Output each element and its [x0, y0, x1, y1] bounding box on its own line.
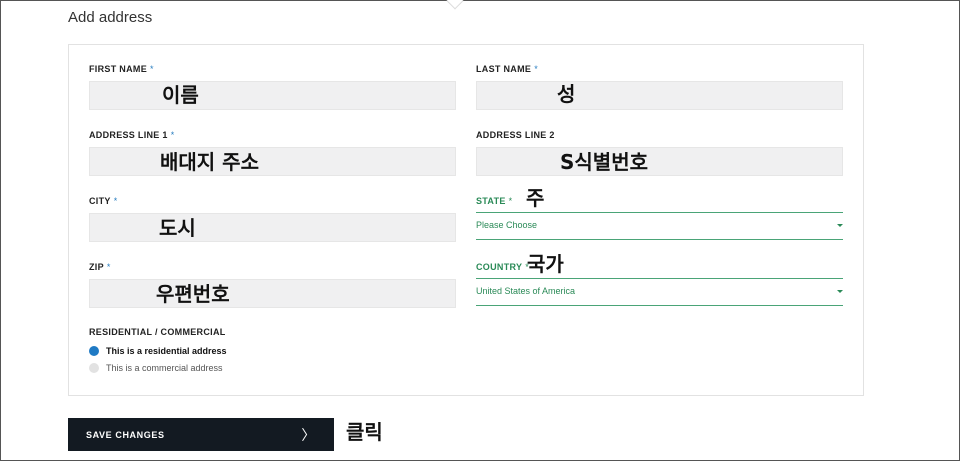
- address-line-1-label: ADDRESS LINE 1 *: [89, 130, 175, 140]
- chevron-right-icon: 〉: [301, 427, 316, 444]
- address-form: FIRST NAME * 이름 LAST NAME * 성 ADDRESS LINE…: [68, 44, 864, 396]
- popover-notch: [446, 0, 464, 10]
- chevron-down-icon: [837, 224, 843, 227]
- city-annotation: 도시: [159, 216, 196, 240]
- radio-commercial-label: This is a commercial address: [106, 363, 223, 373]
- first-name-input[interactable]: [89, 81, 456, 110]
- page-title: Add address: [68, 9, 153, 26]
- zip-annotation: 우편번호: [156, 282, 230, 306]
- state-annotation: 주: [526, 186, 545, 210]
- chevron-down-icon: [837, 290, 843, 293]
- address-line-1-field: ADDRESS LINE 1 * 배대지 주소: [89, 130, 456, 176]
- address-line-1-annotation: 배대지 주소: [160, 150, 259, 174]
- save-annotation: 클릭: [346, 420, 383, 444]
- radio-unchecked-icon[interactable]: [89, 363, 99, 373]
- residential-commercial-label: RESIDENTIAL / COMMERCIAL: [89, 327, 226, 337]
- first-name-field: FIRST NAME * 이름: [89, 64, 456, 110]
- zip-input[interactable]: [89, 279, 456, 308]
- address-line-2-label: ADDRESS LINE 2: [476, 130, 555, 140]
- address-line-2-annotation: S식별번호: [560, 150, 649, 174]
- radio-checked-icon[interactable]: [89, 346, 99, 356]
- radio-residential-label: This is a residential address: [106, 346, 227, 356]
- save-changes-button[interactable]: SAVE CHANGES 〉: [68, 418, 334, 451]
- last-name-input[interactable]: [476, 81, 843, 110]
- state-field: STATE * 주 Please Choose: [476, 188, 843, 240]
- state-select[interactable]: Please Choose: [476, 212, 843, 240]
- state-selected-value: Please Choose: [476, 220, 538, 230]
- last-name-annotation: 성: [557, 82, 576, 106]
- zip-field: ZIP * 우편번호: [89, 262, 456, 308]
- save-changes-label: SAVE CHANGES: [86, 429, 165, 440]
- address-line-2-field: ADDRESS LINE 2 S식별번호: [476, 130, 843, 176]
- first-name-annotation: 이름: [162, 83, 199, 107]
- last-name-label: LAST NAME *: [476, 64, 539, 74]
- last-name-field: LAST NAME * 성: [476, 64, 843, 110]
- country-select[interactable]: United States of America: [476, 278, 843, 306]
- country-annotation: 국가: [527, 252, 564, 276]
- country-field: COUNTRY * 국가 United States of America: [476, 254, 843, 306]
- city-field: CITY * 도시: [89, 196, 456, 242]
- address-line-1-input[interactable]: [89, 147, 456, 176]
- country-selected-value: United States of America: [476, 286, 576, 296]
- address-line-2-input[interactable]: [476, 147, 843, 176]
- radio-residential[interactable]: This is a residential address: [89, 346, 227, 356]
- zip-label: ZIP *: [89, 262, 111, 272]
- first-name-label: FIRST NAME *: [89, 64, 154, 74]
- city-input[interactable]: [89, 213, 456, 242]
- radio-commercial[interactable]: This is a commercial address: [89, 363, 223, 373]
- city-label: CITY *: [89, 196, 118, 206]
